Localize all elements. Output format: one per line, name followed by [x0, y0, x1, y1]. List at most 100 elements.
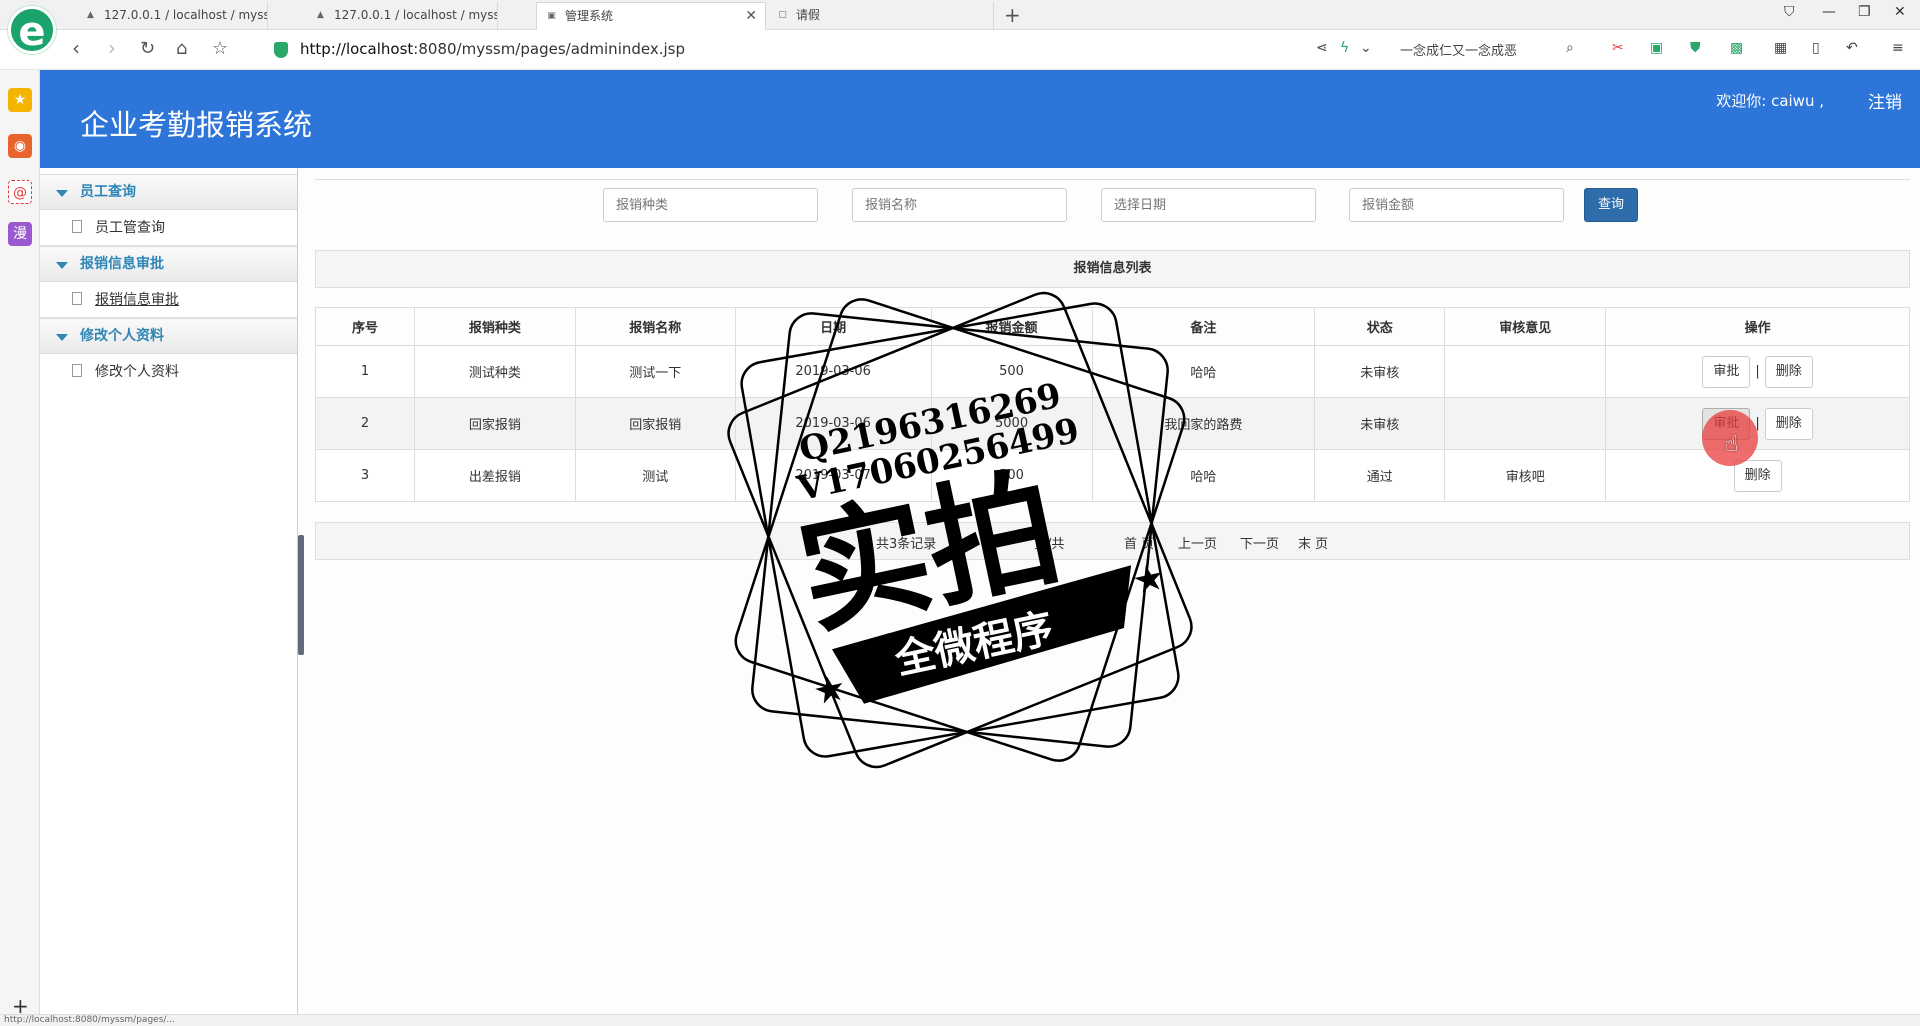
- browser-logo-icon: e: [8, 6, 56, 55]
- weibo-icon[interactable]: ◉: [8, 134, 32, 158]
- close-window-icon[interactable]: ✕: [1894, 4, 1906, 20]
- pager-prev[interactable]: 上一页: [1178, 533, 1217, 552]
- header-amount: 报销金额: [930, 307, 1093, 346]
- cell-amount: 5000: [930, 397, 1093, 450]
- sidebar-item-employee-query[interactable]: 员工管查询: [40, 210, 297, 246]
- cell-actions: 审批 | 删除: [1605, 345, 1910, 398]
- search-button[interactable]: 查询: [1584, 188, 1638, 222]
- share-icon[interactable]: ⋖: [1316, 40, 1328, 56]
- app-header: 企业考勤报销系统 欢迎你: caiwu , 注销: [40, 70, 1920, 168]
- cell-opinion: [1444, 345, 1607, 398]
- pager-per-page: 每: [962, 537, 976, 552]
- delete-button[interactable]: 删除: [1733, 459, 1782, 492]
- tab-admin-system[interactable]: ▣ 管理系统 ✕: [536, 2, 766, 30]
- app-title: 企业考勤报销系统: [80, 108, 313, 142]
- watermark-banner: [831, 565, 1132, 704]
- table-header-row: 序号 报销种类 报销名称 日期 报销金额 备注 状态 审核意见 操作: [315, 307, 1910, 346]
- forward-icon[interactable]: ›: [108, 36, 116, 60]
- page-icon: ▣: [547, 11, 556, 21]
- header-remark: 备注: [1091, 307, 1316, 346]
- watermark-banner-text: 全微程序: [890, 605, 1057, 683]
- pager-last[interactable]: 末 页: [1298, 533, 1328, 552]
- grid-icon[interactable]: ▦: [1774, 40, 1787, 56]
- pager-next[interactable]: 下一页: [1240, 533, 1279, 552]
- date-input[interactable]: [1101, 188, 1316, 222]
- reload-icon[interactable]: ↻: [140, 38, 155, 59]
- triangle-down-icon: [56, 262, 68, 269]
- header-opinion: 审核意见: [1444, 307, 1607, 346]
- shield-icon[interactable]: ⛊: [1690, 40, 1701, 56]
- mail-icon[interactable]: @: [8, 180, 32, 204]
- list-title: 报销信息列表: [315, 250, 1910, 288]
- header-type: 报销种类: [413, 307, 576, 346]
- scissors-icon[interactable]: ✂: [1612, 40, 1624, 56]
- search-icon[interactable]: ⌕: [1566, 40, 1574, 56]
- tab-phpmyadmin-1[interactable]: ▲ 127.0.0.1 / localhost / myssm: [76, 2, 268, 30]
- shirt-icon[interactable]: ⛉: [1784, 4, 1795, 20]
- browser-tab-bar: ▲ 127.0.0.1 / localhost / myssm ▲ 127.0.…: [0, 0, 1920, 30]
- header-actions: 操作: [1605, 307, 1910, 346]
- chevron-down-icon[interactable]: ⌄: [1360, 40, 1372, 56]
- table-row: 3 出差报销 测试 2019-03-07 500 哈哈 通过 审核吧 删除: [315, 449, 1910, 502]
- browser-sidebar: ★ ◉ @ 漫: [0, 70, 40, 1026]
- hand-cursor-icon: ☝: [1725, 432, 1739, 457]
- bookmark-star-icon[interactable]: ☆: [212, 38, 228, 59]
- pma-icon: ▲: [87, 10, 94, 20]
- comic-icon[interactable]: 漫: [8, 222, 32, 246]
- sidebar-group-employee[interactable]: 员工查询: [40, 174, 297, 210]
- sidebar-group-reimburse[interactable]: 报销信息审批: [40, 246, 297, 282]
- new-tab-icon[interactable]: +: [1004, 2, 1021, 28]
- delete-button[interactable]: 删除: [1764, 407, 1813, 440]
- cell-type: 测试种类: [413, 345, 576, 398]
- browser-search-input[interactable]: 一念成仁又一念成恶: [1400, 40, 1517, 59]
- tablet-icon[interactable]: ▯: [1812, 40, 1820, 56]
- cell-name: 测试一下: [574, 345, 736, 398]
- tab-leave[interactable]: ▢ 请假: [768, 2, 994, 30]
- minimize-icon[interactable]: —: [1822, 4, 1836, 20]
- sidebar-group-profile[interactable]: 修改个人资料: [40, 318, 297, 354]
- cell-no: 2: [315, 397, 415, 450]
- reimburse-name-input[interactable]: [852, 188, 1067, 222]
- secure-shield-icon: [274, 42, 288, 58]
- cell-type: 出差报销: [413, 449, 576, 502]
- favorites-star-icon[interactable]: ★: [8, 88, 32, 112]
- divider: [315, 179, 1910, 180]
- triangle-down-icon: [56, 334, 68, 341]
- translate-icon[interactable]: ▣: [1650, 40, 1663, 56]
- game-icon[interactable]: ▩: [1730, 40, 1743, 56]
- back-icon[interactable]: ‹: [72, 36, 80, 60]
- pager-pages: 页/共: [1034, 537, 1065, 552]
- cell-date: 2019-03-06: [734, 397, 932, 450]
- cell-type: 回家报销: [413, 397, 576, 450]
- sidebar-item-edit-profile[interactable]: 修改个人资料: [40, 354, 297, 390]
- close-tab-icon[interactable]: ✕: [745, 3, 757, 30]
- star-icon: ★: [1131, 557, 1167, 600]
- lightning-icon[interactable]: ϟ: [1340, 40, 1349, 56]
- cell-remark: 哈哈: [1091, 345, 1316, 398]
- home-icon[interactable]: ⌂: [176, 38, 187, 59]
- sidebar-item-reimburse-approve[interactable]: 报销信息审批: [40, 282, 297, 318]
- restore-icon[interactable]: ❐: [1858, 4, 1871, 20]
- cell-name: 测试: [574, 449, 736, 502]
- cell-status: 通过: [1314, 449, 1446, 502]
- table-row: 2 回家报销 回家报销 2019-03-06 5000 我回家的路费 未审核 审…: [315, 397, 1910, 450]
- app-sidebar: 员工查询 员工管查询 报销信息审批 报销信息审批 修改个人资料 修改个人资料: [40, 168, 298, 1014]
- document-icon: [72, 220, 82, 233]
- cell-date: 2019-03-06: [734, 345, 932, 398]
- url-field[interactable]: http://localhost:8080/myssm/pages/admini…: [300, 40, 685, 58]
- address-bar: ‹ › ↻ ⌂ ☆ http://localhost:8080/myssm/pa…: [0, 30, 1920, 70]
- sidebar-resize-handle[interactable]: [298, 535, 304, 655]
- cell-name: 回家报销: [574, 397, 736, 450]
- amount-input[interactable]: [1349, 188, 1564, 222]
- menu-icon[interactable]: ≡: [1892, 40, 1904, 56]
- logout-link[interactable]: 注销: [1868, 88, 1902, 113]
- delete-button[interactable]: 删除: [1764, 355, 1813, 388]
- cell-remark: 我回家的路费: [1091, 397, 1316, 450]
- reimburse-type-input[interactable]: [603, 188, 818, 222]
- cell-date: 2019-03-07: [734, 449, 932, 502]
- undo-icon[interactable]: ↶: [1846, 40, 1858, 56]
- tab-phpmyadmin-2[interactable]: ▲ 127.0.0.1 / localhost / myssm: [306, 2, 498, 30]
- pager-first[interactable]: 首 页: [1124, 533, 1154, 552]
- pma-icon: ▲: [317, 10, 324, 20]
- approve-button[interactable]: 审批: [1702, 355, 1751, 388]
